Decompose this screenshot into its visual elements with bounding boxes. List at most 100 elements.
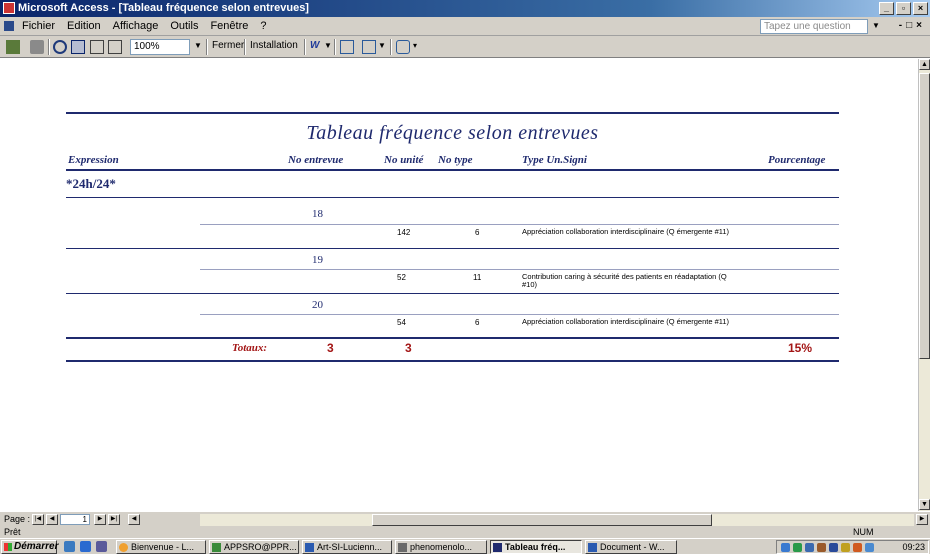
task-appsro[interactable]: APPSRO@PPR...	[209, 540, 299, 554]
row-unite: 54	[397, 318, 406, 327]
new-object-dropdown-icon[interactable]: ▼	[378, 39, 386, 55]
scroll-down-icon[interactable]: ▼	[919, 499, 930, 510]
row-type: 11	[473, 273, 482, 282]
tray-icon[interactable]	[781, 543, 790, 552]
internet-explorer-icon[interactable]	[80, 541, 91, 552]
access-app-icon[interactable]	[3, 2, 15, 14]
tray-icon[interactable]	[793, 543, 802, 552]
row-description: Contribution caring à sécurité des patie…	[522, 272, 727, 289]
menu-fichier[interactable]: Fichier	[22, 20, 55, 32]
view-icon[interactable]	[6, 40, 20, 54]
scroll-right-icon[interactable]: ▶	[916, 514, 928, 525]
zoom-dropdown-icon[interactable]: ▼	[194, 39, 202, 55]
horizontal-scroll-thumb[interactable]	[372, 514, 712, 526]
group-expression: *24h/24*	[66, 176, 116, 191]
group-rule	[66, 197, 839, 198]
table-icon	[398, 543, 407, 552]
totals-top-rule	[66, 337, 839, 339]
browser-icon	[119, 543, 128, 552]
access-icon	[493, 543, 502, 552]
volume-icon[interactable]	[817, 543, 826, 552]
word-export-icon[interactable]: W	[310, 39, 319, 55]
report-window-icon[interactable]	[4, 21, 14, 31]
vertical-scrollbar[interactable]: ▲ ▼	[918, 59, 930, 511]
vertical-scroll-thumb[interactable]	[919, 73, 930, 359]
totals-unite-count: 3	[405, 341, 412, 355]
windows-flag-icon	[4, 543, 12, 551]
tray-icon[interactable]	[841, 543, 850, 552]
row-type: 6	[475, 228, 480, 237]
horizontal-scrollbar[interactable]	[200, 514, 914, 526]
close-preview-button[interactable]: Fermer	[212, 39, 244, 55]
document-window-controls[interactable]: -□×	[899, 20, 926, 31]
two-pages-icon[interactable]	[90, 40, 104, 54]
menu-affichage[interactable]: Affichage	[113, 20, 159, 32]
menu-edition[interactable]: Edition	[67, 20, 101, 32]
task-label: Bienvenue - L...	[131, 542, 195, 552]
toolbar-separator	[244, 39, 246, 55]
multiple-pages-icon[interactable]	[108, 40, 122, 54]
toolbar-options-icon[interactable]: ▾	[413, 39, 417, 55]
new-object-icon[interactable]	[362, 40, 376, 54]
toolbar-separator	[48, 39, 50, 55]
row-type: 6	[475, 318, 480, 327]
print-icon[interactable]	[30, 40, 44, 54]
clock: 09:23	[902, 542, 925, 552]
header-no-unite: No unité	[384, 154, 424, 166]
row-entrevue: 19	[312, 254, 323, 266]
start-button[interactable]: Démarrer	[1, 540, 59, 554]
word-icon	[588, 543, 597, 552]
last-page-icon[interactable]: ▶|	[108, 514, 120, 525]
menu-help[interactable]: ?	[260, 20, 266, 32]
header-no-type: No type	[438, 154, 473, 166]
window-title: Microsoft Access - [Tableau fréquence se…	[18, 2, 309, 14]
previous-page-icon[interactable]: ◀	[46, 514, 58, 525]
scroll-left-icon[interactable]: ◀	[128, 514, 140, 525]
toolbar-separator	[390, 39, 392, 55]
next-page-icon[interactable]: ▶	[94, 514, 106, 525]
first-page-icon[interactable]: |◀	[32, 514, 44, 525]
page-setup-button[interactable]: Installation	[250, 39, 298, 55]
status-text: Prêt	[4, 527, 21, 537]
taskbar: Démarrer Bienvenue - L... APPSRO@PPR... …	[0, 538, 930, 554]
toolbar-separator	[304, 39, 306, 55]
tray-icon[interactable]	[805, 543, 814, 552]
task-phenomenolo[interactable]: phenomenolo...	[395, 540, 487, 554]
maximize-button[interactable]: ▫	[896, 2, 911, 15]
task-document[interactable]: Document - W...	[585, 540, 677, 554]
row-unite: 52	[397, 273, 406, 282]
export-dropdown-icon[interactable]: ▼	[324, 39, 332, 55]
tray-icon[interactable]	[829, 543, 838, 552]
task-tableau-freq[interactable]: Tableau fréq...	[490, 540, 582, 554]
row-bottom-rule	[66, 293, 839, 294]
menu-fenetre[interactable]: Fenêtre	[210, 20, 248, 32]
start-label: Démarrer	[14, 541, 59, 552]
ask-question-input[interactable]: Tapez une question	[760, 19, 868, 34]
report-title: Tableau fréquence selon entrevues	[306, 122, 599, 144]
tray-icon[interactable]	[865, 543, 874, 552]
zoom-select[interactable]: 100%	[130, 39, 190, 55]
ask-question-dropdown-icon[interactable]: ▼	[872, 21, 880, 30]
task-bienvenue[interactable]: Bienvenue - L...	[116, 540, 206, 554]
window-controls: _ ▫ ×	[879, 0, 930, 17]
page-number-input[interactable]: 1	[60, 514, 90, 525]
tray-icon[interactable]	[853, 543, 862, 552]
quicklaunch-icon[interactable]	[96, 541, 107, 552]
print-preview-toolbar: 100% ▼ Fermer Installation W ▼ ▼ ▾	[0, 36, 930, 58]
totals-bottom-rule	[66, 360, 839, 362]
zoom-icon[interactable]	[53, 40, 67, 54]
help-icon[interactable]	[396, 40, 410, 54]
scroll-up-icon[interactable]: ▲	[919, 59, 930, 70]
task-label: Art-SI-Lucienn...	[317, 542, 383, 552]
report-preview-area: Tableau fréquence selon entrevues Expres…	[0, 59, 918, 511]
row-rule	[200, 269, 839, 270]
minimize-button[interactable]: _	[879, 2, 894, 15]
menu-outils[interactable]: Outils	[170, 20, 198, 32]
row-bottom-rule	[66, 248, 839, 249]
one-page-icon[interactable]	[71, 40, 85, 54]
task-art-si[interactable]: Art-SI-Lucienn...	[302, 540, 392, 554]
desktop-icon[interactable]	[64, 541, 75, 552]
database-window-icon[interactable]	[340, 40, 354, 54]
task-label: APPSRO@PPR...	[224, 542, 297, 552]
close-button[interactable]: ×	[913, 2, 928, 15]
